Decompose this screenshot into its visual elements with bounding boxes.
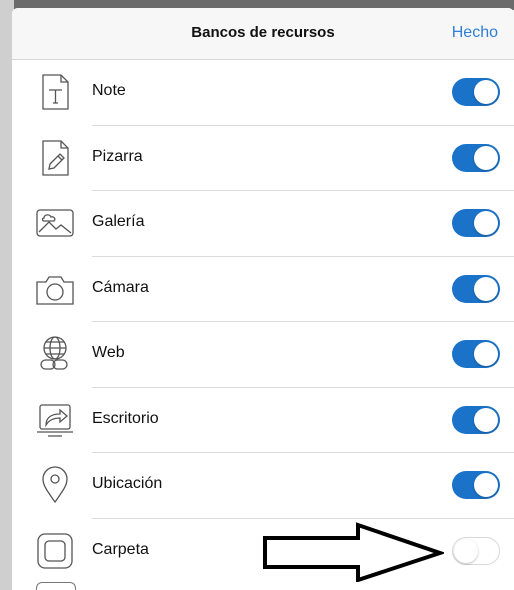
toggle-knob <box>474 342 498 366</box>
annotation-arrow-icon <box>263 522 444 582</box>
gallery-photo-icon <box>34 202 76 244</box>
whiteboard-pencil-icon <box>34 137 76 179</box>
toggle-knob <box>474 80 498 104</box>
folder-icon <box>34 530 76 572</box>
toggle-pizarra[interactable] <box>452 143 500 172</box>
text-note-icon <box>34 71 76 113</box>
toggle-escritorio[interactable] <box>452 405 500 434</box>
resource-list: Note Pizarra Galería Cámara Web Escritor… <box>12 60 514 584</box>
navbar: Bancos de recursos Hecho <box>12 8 514 60</box>
toggle-carpeta[interactable] <box>452 536 500 565</box>
list-item-galeria: Galería <box>12 191 514 257</box>
resource-banks-sheet: Bancos de recursos Hecho Note Pizarra Ga… <box>12 8 514 590</box>
desktop-share-icon <box>34 399 76 441</box>
toggle-galeria[interactable] <box>452 209 500 237</box>
next-item-icon-peek <box>36 582 76 590</box>
toggle-knob <box>474 145 498 170</box>
item-label: Ubicación <box>92 475 163 492</box>
toggle-knob <box>474 407 498 432</box>
item-label: Pizarra <box>92 147 143 165</box>
toggle-web[interactable] <box>452 340 500 368</box>
toggle-knob <box>474 473 498 497</box>
item-label: Web <box>92 344 125 361</box>
item-label: Escritorio <box>92 409 159 427</box>
item-label: Carpeta <box>92 540 149 558</box>
toggle-ubicacion[interactable] <box>452 471 500 499</box>
list-item-web: Web <box>12 322 514 388</box>
page-title: Bancos de recursos <box>191 24 335 41</box>
globe-link-icon <box>34 333 76 375</box>
toggle-knob <box>454 538 478 563</box>
toggle-knob <box>474 276 498 301</box>
camera-icon <box>34 268 76 310</box>
list-item-ubicacion: Ubicación <box>12 453 514 519</box>
location-pin-icon <box>34 464 76 506</box>
toggle-note[interactable] <box>452 78 500 106</box>
toggle-camara[interactable] <box>452 274 500 303</box>
item-label: Note <box>92 82 126 99</box>
item-label: Galería <box>92 213 145 230</box>
list-item-note: Note <box>12 60 514 126</box>
done-button[interactable]: Hecho <box>452 24 498 42</box>
list-item-camara: Cámara <box>12 257 514 322</box>
toggle-knob <box>474 211 498 235</box>
list-item-escritorio: Escritorio <box>12 388 514 453</box>
list-item-pizarra: Pizarra <box>12 126 514 191</box>
item-label: Cámara <box>92 278 149 296</box>
